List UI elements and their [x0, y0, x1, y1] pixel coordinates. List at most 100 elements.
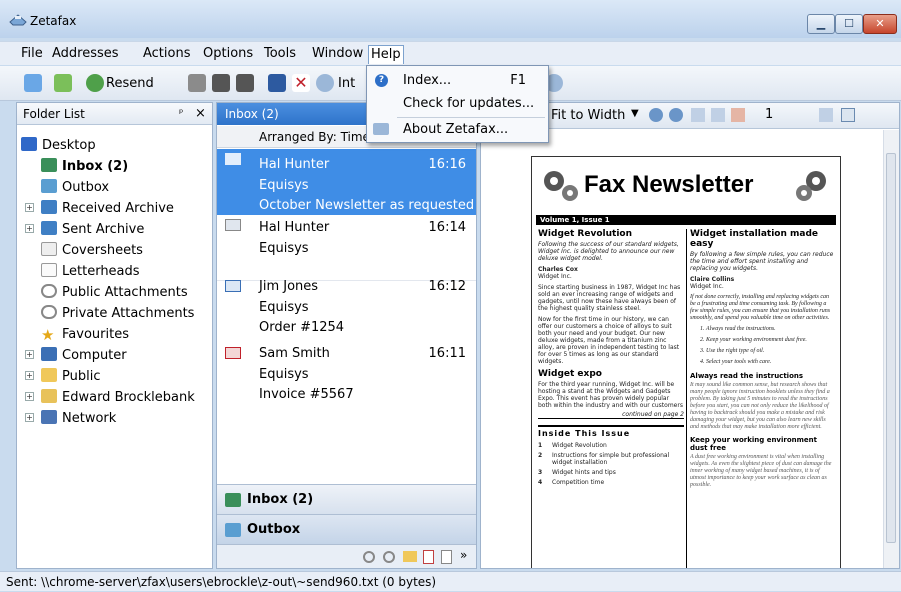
folder-coversheets[interactable]: Coversheets: [41, 240, 143, 261]
int-button[interactable]: Int: [338, 76, 355, 91]
title-bar: Zetafax ▁ ☐ ✕: [0, 0, 901, 38]
archive-icon[interactable]: [212, 74, 230, 92]
paperclip-icon[interactable]: [383, 551, 395, 563]
paperclip-icon: [41, 305, 57, 319]
article-intro: By following a few simple rules, you can…: [690, 251, 834, 272]
zoom-in-icon[interactable]: [649, 108, 663, 122]
expand-network[interactable]: +: [25, 413, 34, 422]
folder-favourites[interactable]: ★ Favourites: [41, 324, 129, 345]
page-icon[interactable]: [711, 108, 725, 122]
expand-edward-brocklebank[interactable]: +: [25, 392, 34, 401]
help-dropdown-menu: ? Index... F1 Check for updates... About…: [366, 65, 549, 143]
folder-edward-brocklebank[interactable]: Edward Brocklebank: [41, 387, 195, 408]
message-time: 16:16: [428, 157, 466, 172]
message-row[interactable]: Hal Hunter 16:14 Equisys: [217, 215, 476, 281]
new-fax-icon[interactable]: [24, 74, 42, 92]
menu-item-about[interactable]: About Zetafax...: [367, 119, 548, 141]
expand-public[interactable]: +: [25, 371, 34, 380]
folder-letterheads[interactable]: Letterheads: [41, 261, 140, 282]
folder-computer[interactable]: Computer: [41, 345, 127, 366]
save-icon[interactable]: [268, 74, 286, 92]
delete-icon[interactable]: ✕: [292, 74, 310, 92]
fax-viewer-pane: Fit to Width ▼ 1 Fax Newsletter Volume 1…: [480, 102, 900, 569]
scrollbar-thumb[interactable]: [886, 153, 896, 543]
paperclip-icon[interactable]: [363, 551, 375, 563]
message-row[interactable]: Sam Smith 16:11 Equisys Invoice #5567: [217, 343, 476, 409]
maximize-button[interactable]: ☐: [835, 14, 863, 34]
user-folder-icon: [41, 389, 57, 403]
menu-addresses[interactable]: Addresses: [50, 45, 121, 64]
fax-page: Fax Newsletter Volume 1, Issue 1 Widget …: [531, 156, 841, 568]
expand-sent-archive[interactable]: +: [25, 224, 34, 233]
next-page-icon[interactable]: [819, 108, 833, 122]
folder-list-header: Folder List ᵖ ×: [17, 103, 212, 125]
paperclip-icon: [41, 284, 57, 298]
zoom-out-icon[interactable]: [669, 108, 683, 122]
folder-label: Computer: [62, 348, 127, 363]
folder-network[interactable]: Network: [41, 408, 116, 429]
menu-window[interactable]: Window: [310, 45, 365, 64]
folder-label: Coversheets: [62, 243, 143, 258]
folder-label: Edward Brocklebank: [62, 390, 195, 405]
close-pane-icon[interactable]: ×: [195, 103, 206, 125]
resend-icon[interactable]: [86, 74, 104, 92]
close-button[interactable]: ✕: [863, 14, 897, 34]
menu-file[interactable]: File: [19, 45, 45, 64]
print-icon[interactable]: [188, 74, 206, 92]
menu-actions[interactable]: Actions: [141, 45, 193, 64]
folder-list-title: Folder List: [23, 107, 85, 121]
folder-label: Inbox (2): [62, 159, 129, 174]
more-icon[interactable]: »: [460, 548, 467, 562]
newsletter-banner: Fax Newsletter: [536, 161, 836, 221]
menu-options[interactable]: Options: [201, 45, 255, 64]
pin-icon[interactable]: ᵖ: [179, 103, 183, 125]
rotate-icon[interactable]: [691, 108, 705, 122]
folder-public-attachments[interactable]: Public Attachments: [41, 282, 188, 303]
article-heading: Widget installation made easy: [690, 229, 819, 249]
menu-item-index[interactable]: ? Index... F1: [367, 70, 548, 92]
flip-icon[interactable]: [731, 108, 745, 122]
article-body: Now for the first time in our history, w…: [538, 316, 680, 365]
archive-icon: [41, 221, 57, 235]
resend-button[interactable]: Resend: [106, 76, 154, 91]
message-from: Sam Smith: [259, 346, 330, 361]
folder-private-attachments[interactable]: Private Attachments: [41, 303, 194, 324]
folder-public[interactable]: Public: [41, 366, 100, 387]
folder-inbox[interactable]: Inbox (2): [41, 156, 128, 177]
menu-tools[interactable]: Tools: [262, 45, 298, 64]
reply-icon[interactable]: [54, 74, 72, 92]
menu-help[interactable]: Help: [368, 45, 404, 64]
menu-item-check-updates[interactable]: Check for updates...: [367, 93, 548, 115]
folder-icon[interactable]: [403, 551, 417, 562]
folder-label: Received Archive: [62, 201, 174, 216]
search-icon[interactable]: [316, 74, 334, 92]
document-icon[interactable]: [441, 550, 452, 564]
nav-inbox-button[interactable]: Inbox (2): [217, 484, 476, 514]
page-number[interactable]: 1: [765, 107, 773, 122]
archive-icon: [41, 200, 57, 214]
document-icon[interactable]: [423, 550, 434, 564]
folder-label: Public: [62, 369, 101, 384]
move-icon[interactable]: [236, 74, 254, 92]
inbox-icon: [41, 158, 57, 172]
minimize-button[interactable]: ▁: [807, 14, 835, 34]
folder-outbox[interactable]: Outbox: [41, 177, 109, 198]
fax-message-icon: [225, 219, 241, 231]
folder-sent-archive[interactable]: Sent Archive: [41, 219, 144, 240]
folder-received-archive[interactable]: Received Archive: [41, 198, 174, 219]
expand-received-archive[interactable]: +: [25, 203, 34, 212]
chevron-down-icon[interactable]: ▼: [631, 108, 639, 119]
fullscreen-icon[interactable]: [841, 108, 855, 122]
message-time: 16:11: [428, 346, 466, 361]
message-row[interactable]: Jim Jones 16:12 Equisys Order #1254: [217, 276, 476, 342]
article-author: Claire Collins: [690, 276, 735, 283]
zetafax-app-icon: [9, 14, 27, 26]
folder-desktop[interactable]: Desktop: [21, 135, 96, 156]
fit-to-width-select[interactable]: Fit to Width: [551, 108, 625, 123]
message-subject: Invoice #5567: [259, 387, 354, 402]
article-heading: Always read the instructions: [690, 372, 804, 380]
expand-computer[interactable]: +: [25, 350, 34, 359]
message-row[interactable]: Hal Hunter 16:16 Equisys October Newslet…: [217, 149, 476, 215]
message-list-pane: Inbox (2) Arranged By: Time Hal Hunter 1…: [216, 102, 477, 569]
nav-outbox-button[interactable]: Outbox: [217, 514, 476, 544]
